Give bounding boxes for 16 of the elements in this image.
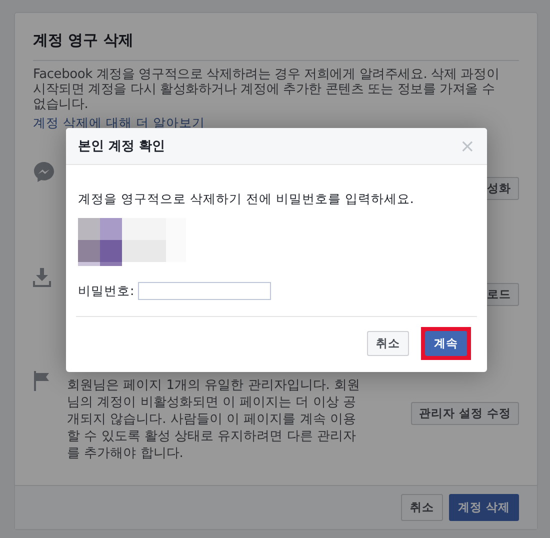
learn-more-link[interactable]: 계정 삭제에 대해 더 알아보기	[33, 116, 205, 130]
messenger-icon	[33, 161, 55, 183]
row-action-button[interactable]: 관리자 설정 수정	[410, 402, 519, 425]
cancel-button[interactable]: 취소	[367, 331, 409, 356]
dialog-title: 본인 계정 확인	[78, 138, 166, 155]
download-icon	[33, 267, 51, 287]
page-title: 계정 영구 삭제	[33, 31, 519, 61]
cancel-button[interactable]: 취소	[400, 494, 443, 521]
password-field[interactable]	[138, 282, 272, 300]
delete-account-button[interactable]: 계정 삭제	[448, 494, 519, 521]
flag-icon	[33, 371, 51, 391]
admin-notice-text: 회원님은 페이지 1개의 유일한 관리자입니다. 회원님의 계정이 비활성화되면 이 페이지는 더 이상 공개되지 않습니다. 사람들이 이 페이지를 계속 이용할 수 있도록 활성 상태로 유지하려면 다른 관리자를 추가해야 합니다.	[67, 377, 362, 462]
continue-button[interactable]: 계속	[425, 331, 467, 356]
description-text: Facebook 계정을 영구적으로 삭제하려는 경우 저희에게 알려주세요. 삭제 과정이 시작되면 계정을 다시 활성화하거나 계정에 추가한 콘텐츠 또는 정보를 가져올 수 없습니다.	[33, 67, 500, 112]
dialog-message: 계정을 영구적으로 삭제하기 전에 비밀번호를 입력하세요.	[78, 191, 415, 208]
password-label: 비밀번호:	[78, 282, 134, 300]
